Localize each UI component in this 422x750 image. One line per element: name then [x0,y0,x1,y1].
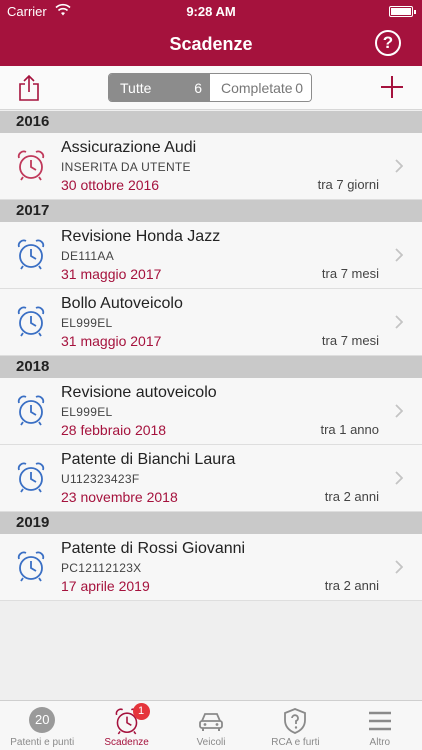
item-title: Patente di Rossi Giovanni [61,540,246,557]
item-subtitle: INSERITA DA UTENTE [61,160,191,174]
item-title: Bollo Autoveicolo [61,295,183,312]
add-icon[interactable] [381,76,403,98]
segment-all[interactable]: Tutte 6 [109,74,210,101]
tab-menu[interactable]: Altro [338,701,422,750]
segment-all-count: 6 [194,80,202,96]
item-relative-time: tra 1 anno [320,422,379,437]
item-date: 28 febbraio 2018 [61,422,167,438]
item-date: 23 novembre 2018 [61,489,178,505]
item-date: 31 maggio 2017 [61,266,162,282]
status-time: 9:28 AM [186,4,236,19]
list-item[interactable]: Patente di Bianchi Laura U112323423F 23 no… [0,445,422,512]
item-date: 30 ottobre 2016 [61,177,160,193]
item-title: Revisione autoveicolo [61,384,217,401]
item-subtitle: EL999EL [61,405,113,419]
page-title: Scadenze [169,34,253,54]
tab-points-counter[interactable]: 20 Patenti e punti [0,701,84,750]
alarm-clock-icon [16,461,46,493]
chevron-right-icon [395,404,404,418]
item-relative-time: tra 2 anni [324,578,379,593]
list-item[interactable]: Patente di Rossi Giovanni PC12112123X 17 a… [0,534,422,601]
tab-label: Patenti e punti [10,737,75,748]
list-item[interactable]: Revisione autoveicolo EL999EL 28 febbraio … [0,378,422,445]
chevron-right-icon [395,159,404,173]
alarm-clock-icon [16,238,46,270]
item-subtitle: DE111AA [61,249,115,263]
segment-completed[interactable]: Completate 0 [210,74,311,101]
tab-label: Altro [369,737,391,748]
item-title: Patente di Bianchi Laura [61,451,236,468]
section-header: 2016 [0,111,422,133]
share-icon[interactable] [17,74,41,102]
item-subtitle: U112323423F [61,472,140,486]
tab-shield-question[interactable]: RCA e furti [253,701,337,750]
filter-segmented-control: Tutte 6 Completate 0 [108,73,312,102]
shield-question-icon [281,707,309,735]
tab-alarm-clock[interactable]: 1 Scadenze [84,701,168,750]
item-title: Assicurazione Audi [61,139,197,156]
section-header: 2018 [0,356,422,378]
toolbar: Tutte 6 Completate 0 [0,66,422,110]
menu-icon [366,707,394,735]
navigation-bar: Scadenze ? [0,22,422,66]
item-subtitle: EL999EL [61,316,113,330]
tab-car[interactable]: Veicoli [169,701,253,750]
segment-all-label: Tutte [120,80,152,96]
tab-label: Scadenze [104,737,149,748]
item-title: Revisione Honda Jazz [61,228,221,245]
alarm-clock-icon [16,149,46,181]
help-button[interactable]: ? [375,30,401,56]
notification-badge: 1 [132,703,150,720]
item-relative-time: tra 7 mesi [321,333,379,348]
list-item[interactable]: Bollo Autoveicolo EL999EL 31 maggio 2017 tr… [0,289,422,356]
section-header: 2019 [0,512,422,534]
item-date: 17 aprile 2019 [61,578,150,594]
chevron-right-icon [395,560,404,574]
tab-label: Veicoli [196,737,226,748]
chevron-right-icon [395,471,404,485]
tab-label: RCA e furti [271,737,320,748]
points-counter-icon: 20 [29,707,56,733]
list-item[interactable]: Revisione Honda Jazz DE111AA 31 maggio 201… [0,222,422,289]
list-item[interactable]: Assicurazione Audi INSERITA DA UTENTE 30 o… [0,133,422,200]
status-bar: Carrier 9:28 AM [0,0,422,22]
chevron-right-icon [395,315,404,329]
item-subtitle: PC12112123X [61,561,142,575]
tab-bar: 20 Patenti e punti 1 Scadenze Veicoli RCA e f… [0,700,422,750]
battery-icon [389,6,416,17]
alarm-clock-icon [16,394,46,426]
alarm-clock-icon [16,305,46,337]
chevron-right-icon [395,248,404,262]
alarm-clock-icon [16,550,46,582]
item-relative-time: tra 7 mesi [321,266,379,281]
segment-completed-label: Completate [221,80,293,96]
deadlines-list: 2016 Assicurazione Audi INSERITA DA UTENTE… [0,111,422,601]
section-header: 2017 [0,200,422,222]
item-relative-time: tra 7 giorni [317,177,379,192]
segment-completed-count: 0 [295,80,303,96]
item-date: 31 maggio 2017 [61,333,162,349]
car-icon [197,707,225,735]
item-relative-time: tra 2 anni [324,489,379,504]
